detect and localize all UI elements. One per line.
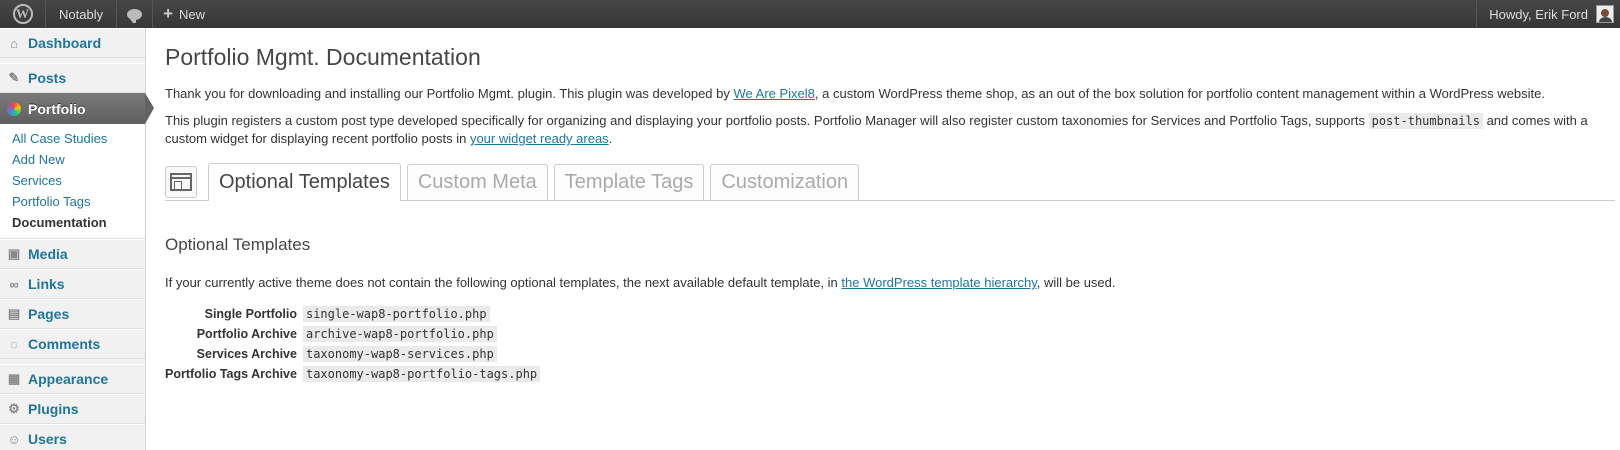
- widget-areas-link[interactable]: your widget ready areas: [470, 131, 609, 146]
- menu-item-plugins[interactable]: ⚙ Plugins: [0, 394, 145, 424]
- menu-label: Comments: [28, 336, 101, 352]
- tab-template-tags[interactable]: Template Tags: [553, 164, 705, 200]
- submenu-portfolio-tags[interactable]: Portfolio Tags: [0, 191, 145, 212]
- avatar: [1596, 5, 1614, 23]
- appearance-icon: ▦: [7, 371, 21, 386]
- menu-label: Portfolio: [28, 100, 86, 117]
- table-row: Portfolio Archive archive-wap8-portfolio…: [165, 324, 540, 344]
- templates-table: Single Portfolio single-wap8-portfolio.p…: [165, 304, 541, 384]
- table-row: Portfolio Tags Archive taxonomy-wap8-por…: [165, 364, 541, 384]
- template-label: Portfolio Tags Archive: [165, 366, 297, 381]
- tab-customization[interactable]: Customization: [710, 164, 860, 200]
- menu-label: Links: [28, 276, 65, 292]
- intro-text: .: [608, 131, 613, 146]
- wordpress-logo-icon: W: [12, 4, 33, 24]
- template-label: Portfolio Archive: [196, 326, 297, 341]
- pages-icon: ▤: [7, 306, 21, 321]
- menu-label: Users: [28, 431, 67, 447]
- users-icon: ☺: [7, 431, 21, 447]
- wordpress-logo-menu[interactable]: W: [0, 0, 46, 28]
- intro-text: , a custom WordPress theme shop, as an o…: [814, 86, 1545, 101]
- howdy-text: Howdy, Erik Ford: [1489, 6, 1588, 22]
- menu-item-pages[interactable]: ▤ Pages: [0, 299, 145, 329]
- menu-item-media[interactable]: ▣ Media: [0, 239, 145, 269]
- page-title: Portfolio Mgmt. Documentation: [165, 44, 481, 70]
- new-label: New: [179, 6, 206, 22]
- plugins-icon: ⚙: [8, 401, 20, 416]
- menu-label: Appearance: [28, 371, 109, 387]
- submenu-services[interactable]: Services: [0, 170, 145, 191]
- menu-item-appearance[interactable]: ▦ Appearance: [0, 364, 145, 394]
- menu-item-comments[interactable]: ◌ Comments: [0, 329, 145, 359]
- post-thumbnails-code: post-thumbnails: [1368, 113, 1483, 129]
- site-name-link[interactable]: Notably: [46, 0, 118, 28]
- template-hierarchy-link[interactable]: the WordPress template hierarchy: [841, 275, 1036, 290]
- tab-optional-templates[interactable]: Optional Templates: [208, 163, 401, 201]
- intro-text: This plugin registers a custom post type…: [165, 113, 1369, 128]
- template-label: Single Portfolio: [204, 306, 297, 321]
- submenu-add-new[interactable]: Add New: [0, 149, 145, 170]
- dashboard-icon: ⌂: [10, 35, 18, 51]
- menu-item-users[interactable]: ☺ Users: [0, 424, 145, 450]
- portfolio-icon: [6, 101, 22, 117]
- account-menu[interactable]: Howdy, Erik Ford: [1476, 0, 1620, 28]
- comment-bubble-icon: [127, 8, 143, 23]
- portfolio-submenu: All Case Studies Add New Services Portfo…: [0, 124, 145, 239]
- template-label: Services Archive: [196, 346, 297, 361]
- table-row: Single Portfolio single-wap8-portfolio.p…: [165, 304, 540, 324]
- main-content: Portfolio Mgmt. Documentation Thank you …: [165, 28, 1615, 384]
- section-heading: Optional Templates: [165, 235, 311, 254]
- menu-item-posts[interactable]: ✎ Posts: [0, 63, 145, 93]
- menu-item-links[interactable]: ∞ Links: [0, 269, 145, 299]
- template-file: taxonomy-wap8-services.php: [302, 346, 497, 362]
- admin-bar: W Notably + New Howdy, Erik Ford: [0, 0, 1620, 28]
- menu-label: Pages: [28, 306, 70, 322]
- documentation-tabs: Optional Templates Custom Meta Template …: [165, 163, 1615, 201]
- comments-button[interactable]: [117, 0, 154, 28]
- desc-text: , will be used.: [1036, 275, 1116, 290]
- menu-item-portfolio[interactable]: Portfolio: [0, 93, 154, 124]
- pushpin-icon: ✎: [8, 70, 20, 85]
- menu-label: Posts: [28, 70, 67, 86]
- we-are-pixel8-link[interactable]: We Are Pixel8: [733, 86, 814, 101]
- desc-text: If your currently active theme does not …: [165, 275, 842, 290]
- section-description: If your currently active theme does not …: [165, 275, 1615, 290]
- submenu-documentation[interactable]: Documentation: [0, 212, 145, 233]
- comments-icon: ◌: [10, 336, 18, 352]
- template-file: archive-wap8-portfolio.php: [302, 326, 497, 342]
- tab-custom-meta[interactable]: Custom Meta: [406, 164, 548, 200]
- link-icon: ∞: [9, 276, 19, 292]
- intro-paragraph-2: This plugin registers a custom post type…: [165, 112, 1615, 147]
- menu-item-dashboard[interactable]: ⌂ Dashboard: [0, 28, 145, 58]
- submenu-all-case-studies[interactable]: All Case Studies: [0, 128, 145, 149]
- table-row: Services Archive taxonomy-wap8-services.…: [165, 344, 540, 364]
- intro-text: Thank you for downloading and installing…: [165, 86, 734, 101]
- intro-paragraph-1: Thank you for downloading and installing…: [165, 85, 1615, 102]
- template-layout-icon: [165, 166, 197, 198]
- plus-icon: +: [163, 4, 174, 23]
- new-content-button[interactable]: + New: [153, 0, 215, 28]
- admin-sidebar: ⌂ Dashboard ✎ Posts Portfolio All Case S…: [0, 28, 154, 450]
- menu-label: Media: [28, 246, 68, 262]
- menu-label: Plugins: [28, 401, 79, 417]
- media-icon: ▣: [7, 246, 21, 261]
- template-file: taxonomy-wap8-portfolio-tags.php: [302, 366, 541, 382]
- menu-label: Dashboard: [28, 35, 102, 51]
- template-file: single-wap8-portfolio.php: [302, 306, 490, 322]
